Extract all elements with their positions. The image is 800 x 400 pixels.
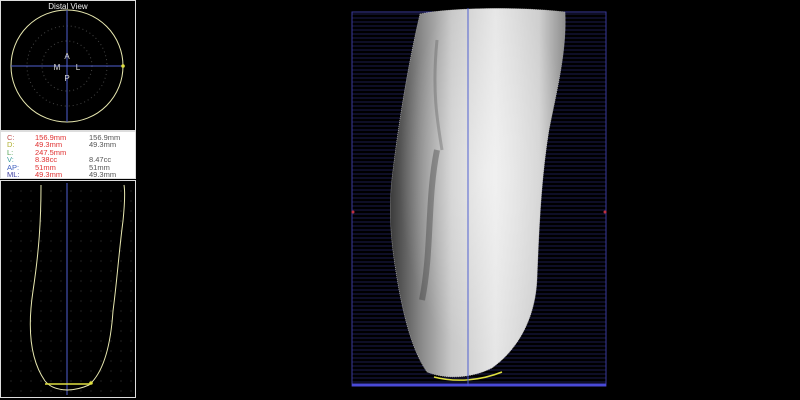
profile-outline-icon: [10, 183, 132, 395]
distal-view-panel[interactable]: Distal View A P M L: [0, 0, 136, 131]
stat-reference-value: 49.3mm: [89, 170, 117, 179]
stat-value: 49.3mm: [35, 170, 63, 179]
distal-outline-icon: A P M L: [10, 9, 125, 123]
distal-label-medial: M: [54, 63, 61, 72]
distal-label-anterior: A: [64, 52, 70, 61]
distal-label-posterior: P: [64, 74, 69, 83]
measurements-panel: C: 156.9mm 156.9mm D: 49.3mm 49.3mm L: 247.5mm V…: [0, 131, 136, 179]
stat-row: ML: 49.3mm 49.3mm: [1, 170, 137, 180]
profile-view-panel[interactable]: [0, 180, 136, 398]
limb-3d-viewport[interactable]: [137, 0, 800, 400]
stat-label: ML:: [7, 170, 20, 179]
right-marker: [603, 210, 607, 214]
limb-model-icon: [390, 8, 566, 381]
left-marker: [351, 210, 355, 214]
distal-label-lateral: L: [76, 63, 81, 72]
